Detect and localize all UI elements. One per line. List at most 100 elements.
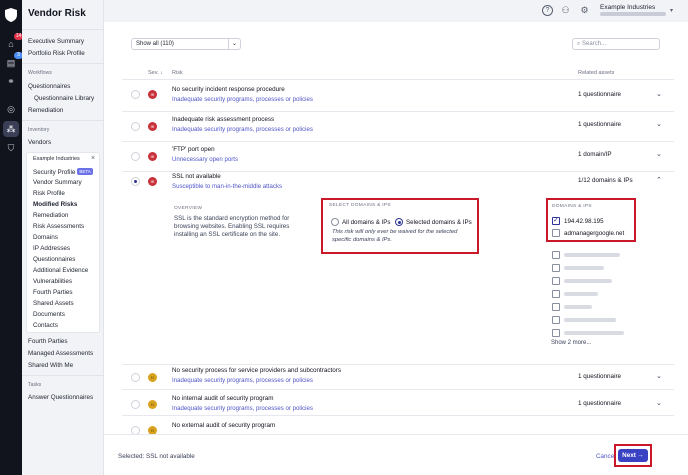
risk-title: 'FTP' port open bbox=[172, 146, 215, 153]
option-selected-domains-label[interactable]: Selected domains & IPs bbox=[406, 219, 472, 226]
nav-fourth-parties[interactable]: Fourth Parties bbox=[28, 338, 68, 345]
rail-shield-icon[interactable]: ⛉ bbox=[3, 140, 19, 156]
chevron-down-icon[interactable]: ⌄ bbox=[656, 90, 662, 98]
search-input[interactable]: ⌕ Search... bbox=[572, 38, 660, 50]
row-select-radio[interactable] bbox=[131, 373, 140, 382]
severity-critical-icon: !!! bbox=[148, 152, 157, 161]
vendor-name: Example Industries bbox=[33, 156, 80, 162]
related-assets: 1 questionnaire bbox=[578, 121, 622, 128]
nav-vendors[interactable]: Vendors bbox=[28, 139, 51, 146]
rail-document-icon[interactable]: ▤ 3 bbox=[3, 52, 23, 71]
severity-medium-icon: !! bbox=[148, 400, 157, 409]
nav-documents[interactable]: Documents bbox=[33, 311, 65, 318]
col-header-risk[interactable]: Risk bbox=[172, 70, 183, 76]
chevron-up-icon[interactable]: ⌃ bbox=[656, 176, 662, 184]
row-select-radio[interactable] bbox=[131, 400, 140, 409]
chevron-down-icon[interactable]: ⌄ bbox=[656, 150, 662, 158]
help-icon[interactable]: ? bbox=[542, 5, 553, 16]
nav-domains[interactable]: Domains bbox=[33, 234, 58, 241]
search-placeholder: Search... bbox=[582, 41, 607, 47]
related-assets: 1 questionnaire bbox=[578, 373, 622, 380]
redacted-domain bbox=[564, 253, 620, 257]
related-assets: 1/12 domains & IPs bbox=[578, 177, 633, 184]
option-all-domains-radio[interactable] bbox=[331, 218, 339, 226]
nav-questionnaires[interactable]: Questionnaires bbox=[28, 83, 70, 90]
nav-security-profile[interactable]: Security Profile BETA bbox=[33, 168, 93, 176]
app-title: Vendor Risk bbox=[28, 8, 86, 19]
domain-checkbox[interactable] bbox=[552, 229, 560, 237]
next-button[interactable]: Next → bbox=[618, 449, 648, 462]
nav-executive-summary[interactable]: Executive Summary bbox=[28, 38, 84, 45]
section-inventory: Inventory bbox=[28, 127, 50, 133]
select-domains-label: SELECT DOMAINS & IPS bbox=[329, 203, 391, 208]
nav-vendor-summary[interactable]: Vendor Summary bbox=[33, 179, 82, 186]
nav-answer-questionnaires[interactable]: Answer Questionnaires bbox=[28, 394, 93, 401]
related-assets: 1 questionnaire bbox=[578, 91, 622, 98]
table-row-selected[interactable]: !!! SSL not available Susceptible to man… bbox=[104, 171, 688, 195]
nav-remediation[interactable]: Remediation bbox=[28, 107, 63, 114]
row-select-radio[interactable] bbox=[131, 90, 140, 99]
show-more-link[interactable]: Show 2 more... bbox=[551, 340, 591, 346]
domain-checkbox-redacted[interactable] bbox=[552, 277, 560, 285]
chevron-down-icon[interactable]: ▾ bbox=[670, 7, 673, 14]
cancel-button[interactable]: Cancel bbox=[596, 453, 616, 460]
table-row[interactable]: !!! Inadequate risk assessment process I… bbox=[104, 111, 688, 141]
table-row[interactable]: !!! 'FTP' port open Unnecessary open por… bbox=[104, 141, 688, 171]
table-row[interactable]: !! No external audit of security program bbox=[104, 415, 688, 435]
redacted-domain bbox=[564, 279, 612, 283]
col-header-sev[interactable]: Sev. ↓ bbox=[148, 70, 163, 76]
domain-checkbox-redacted[interactable] bbox=[552, 316, 560, 324]
redacted-domain bbox=[564, 292, 598, 296]
nav-additional-evidence[interactable]: Additional Evidence bbox=[33, 267, 88, 274]
sidebar-divider bbox=[22, 120, 104, 121]
domain-checkbox-redacted[interactable] bbox=[552, 251, 560, 259]
col-header-related-assets[interactable]: Related assets bbox=[578, 70, 614, 76]
nav-questionnaires-vendor[interactable]: Questionnaires bbox=[33, 256, 75, 263]
nav-contacts[interactable]: Contacts bbox=[33, 322, 58, 329]
row-select-radio[interactable] bbox=[131, 152, 140, 161]
nav-risk-assessments[interactable]: Risk Assessments bbox=[33, 223, 84, 230]
severity-critical-icon: !!! bbox=[148, 122, 157, 131]
rail-radar-icon[interactable]: ◎ bbox=[3, 101, 19, 117]
nav-risk-profile[interactable]: Risk Profile bbox=[33, 190, 65, 197]
option-selected-domains-radio[interactable] bbox=[395, 218, 403, 226]
table-row[interactable]: !!! No security incident response proced… bbox=[104, 79, 688, 111]
table-row[interactable]: !! No internal audit of security program… bbox=[104, 389, 688, 415]
row-select-radio[interactable] bbox=[131, 177, 140, 186]
domain-checkbox-redacted[interactable] bbox=[552, 329, 560, 337]
filter-select[interactable]: Show all (110) ⌄ bbox=[131, 38, 241, 50]
vendor-subnav: Example Industries × Security Profile BET… bbox=[26, 152, 100, 333]
user-add-icon[interactable]: ⚇ bbox=[560, 5, 571, 16]
nav-shared-assets[interactable]: Shared Assets bbox=[33, 300, 74, 307]
rail-handshake-icon[interactable]: ⚭ bbox=[3, 73, 19, 89]
rail-vendors-icon[interactable]: ⁂ bbox=[3, 121, 19, 137]
chevron-down-icon[interactable]: ⌄ bbox=[656, 399, 662, 407]
option-all-domains-label[interactable]: All domains & IPs bbox=[342, 219, 391, 226]
org-name[interactable]: Example Industries bbox=[600, 4, 655, 11]
redacted-domain bbox=[564, 318, 616, 322]
nav-questionnaire-library[interactable]: Questionnaire Library bbox=[34, 95, 94, 102]
domain-checkbox-redacted[interactable] bbox=[552, 264, 560, 272]
sidebar: Vendor Risk Executive Summary Portfolio … bbox=[22, 0, 104, 475]
nav-ip-addresses[interactable]: IP Addresses bbox=[33, 245, 70, 252]
nav-shared-with-me[interactable]: Shared With Me bbox=[28, 362, 73, 369]
nav-remediation-vendor[interactable]: Remediation bbox=[33, 212, 68, 219]
redacted-domain bbox=[564, 266, 604, 270]
rail-home-icon[interactable]: ⌂ 14 bbox=[3, 33, 23, 52]
nav-modified-risks[interactable]: Modified Risks bbox=[33, 201, 77, 208]
chevron-down-icon[interactable]: ⌄ bbox=[656, 120, 662, 128]
gear-icon[interactable]: ⚙ bbox=[579, 5, 590, 16]
nav-portfolio-risk-profile[interactable]: Portfolio Risk Profile bbox=[28, 50, 85, 57]
nav-managed-assessments[interactable]: Managed Assessments bbox=[28, 350, 93, 357]
risk-category: Inadequate security programs, processes … bbox=[172, 377, 313, 384]
domain-checkbox-redacted[interactable] bbox=[552, 303, 560, 311]
risk-title: Inadequate risk assessment process bbox=[172, 116, 275, 123]
domain-checkbox[interactable] bbox=[552, 216, 560, 225]
nav-vulnerabilities[interactable]: Vulnerabilities bbox=[33, 278, 72, 285]
close-icon[interactable]: × bbox=[91, 155, 95, 162]
nav-fourth-parties-vendor[interactable]: Fourth Parties bbox=[33, 289, 73, 296]
row-select-radio[interactable] bbox=[131, 122, 140, 131]
chevron-down-icon[interactable]: ⌄ bbox=[656, 372, 662, 380]
table-row[interactable]: !! No security process for service provi… bbox=[104, 364, 688, 389]
domain-checkbox-redacted[interactable] bbox=[552, 290, 560, 298]
